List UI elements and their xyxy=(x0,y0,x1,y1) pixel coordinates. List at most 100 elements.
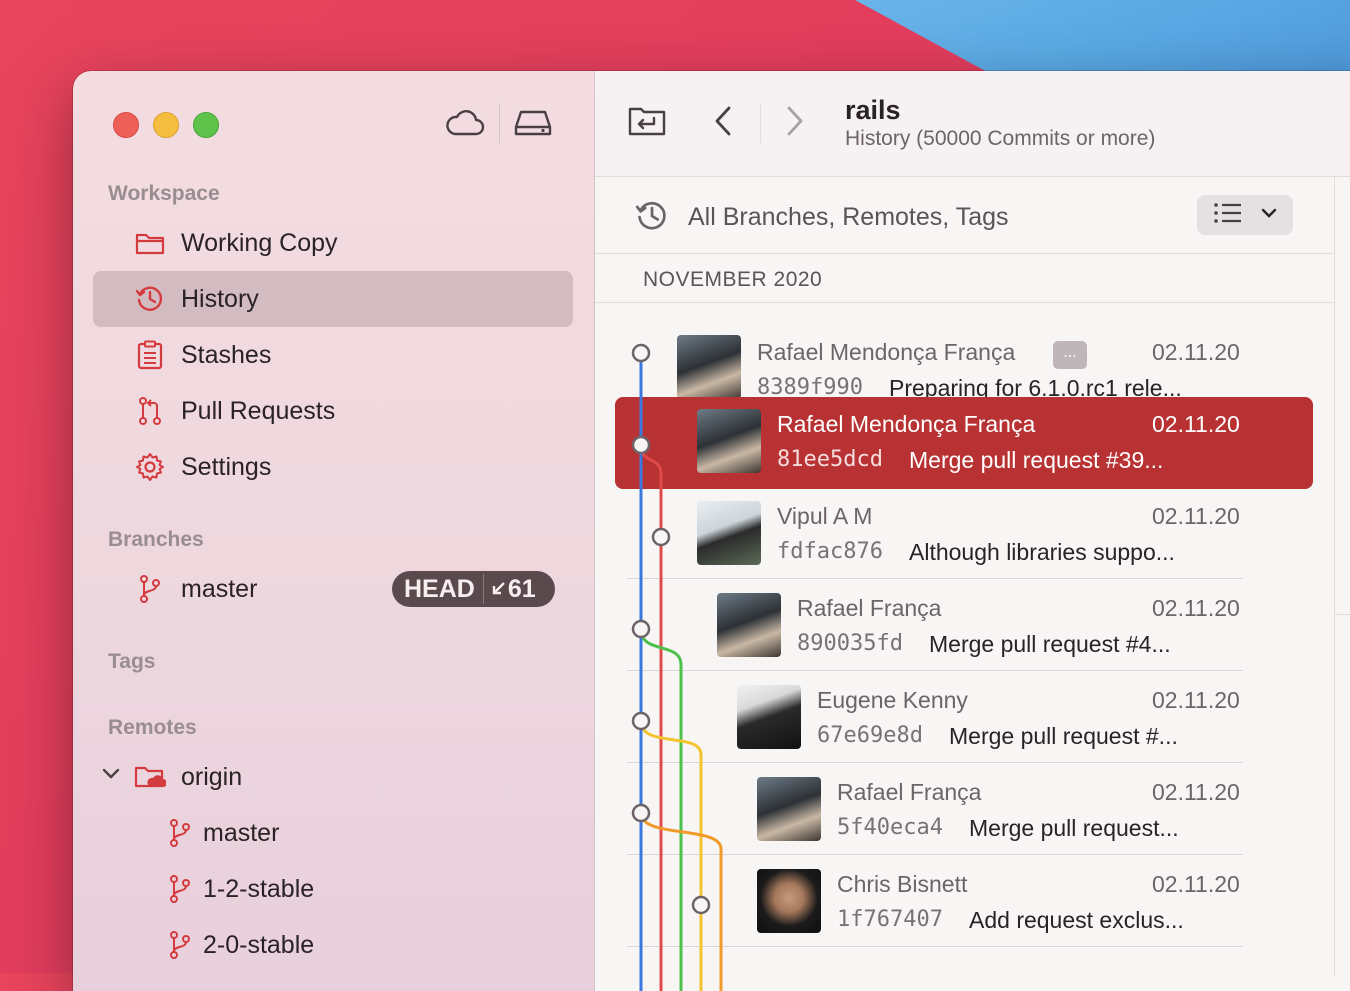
commit-row[interactable]: Rafael Mendonça França ... 02.11.20 8389… xyxy=(595,303,1335,401)
behind-count: 61 xyxy=(507,574,536,603)
commit-row[interactable]: Rafael França 02.11.20 5f40eca4 Merge pu… xyxy=(595,763,1335,855)
commit-author: Chris Bisnett xyxy=(837,871,968,897)
commit-hash: 890035fd xyxy=(797,631,903,656)
commit-row[interactable]: Eugene Kenny 02.11.20 67e69e8d Merge pul… xyxy=(595,671,1335,763)
avatar xyxy=(717,593,781,657)
commit-row[interactable]: Vipul A M 02.11.20 fdfac876 Although lib… xyxy=(595,487,1335,579)
section-branches: Branches xyxy=(108,528,204,551)
clipboard-icon xyxy=(133,338,167,372)
branch-icon xyxy=(163,928,197,962)
commit-hash: 1f767407 xyxy=(837,907,943,932)
sidebar-item-label: 1-2-stable xyxy=(203,874,315,903)
sidebar-item-history[interactable]: History xyxy=(93,271,573,327)
toolbar: rails History (50000 Commits or more) xyxy=(595,71,1350,177)
sidebar-item-pull-requests[interactable]: Pull Requests xyxy=(93,383,573,439)
list-icon xyxy=(1213,202,1243,229)
avatar xyxy=(757,869,821,933)
branch-icon xyxy=(133,572,167,606)
repository-title: rails xyxy=(845,95,901,125)
avatar xyxy=(677,335,741,399)
sidebar-item-label: origin xyxy=(181,762,243,791)
main-pane: rails History (50000 Commits or more) Al… xyxy=(595,71,1350,991)
repository-switch-icon[interactable] xyxy=(625,101,669,141)
commit-message: Merge pull request #39... xyxy=(909,447,1164,473)
month-header: NOVEMBER 2020 xyxy=(595,254,1333,303)
avatar xyxy=(737,685,801,749)
commit-row[interactable]: Rafael França 02.11.20 890035fd Merge pu… xyxy=(595,579,1335,671)
commit-message: Merge pull request #4... xyxy=(929,631,1171,657)
section-tags: Tags xyxy=(108,650,156,673)
commit-message: Merge pull request... xyxy=(969,815,1179,841)
sidebar-item-working-copy[interactable]: Working Copy xyxy=(93,215,573,271)
commit-message: Add request exclus... xyxy=(969,907,1184,933)
sidebar-item-remote-branch[interactable]: 1-2-stable xyxy=(93,861,573,917)
back-chevron-icon[interactable] xyxy=(707,103,739,139)
month-label: NOVEMBER 2020 xyxy=(643,268,823,291)
head-label: HEAD xyxy=(404,574,475,603)
detail-pane-edge xyxy=(1334,254,1350,615)
app-window: Workspace Working Copy History Stashes P… xyxy=(73,71,1350,991)
commit-author: Rafael França xyxy=(797,595,942,621)
commit-author: Eugene Kenny xyxy=(817,687,968,713)
chevron-down-icon[interactable] xyxy=(101,767,121,786)
sidebar-item-label: master xyxy=(203,818,280,847)
sidebar-item-settings[interactable]: Settings xyxy=(93,439,573,495)
row-separator xyxy=(627,946,1243,947)
commit-list: Rafael Mendonça França ... 02.11.20 8389… xyxy=(595,303,1335,991)
commit-author: Rafael Mendonça França xyxy=(777,411,1036,437)
commit-author: Vipul A M xyxy=(777,503,873,529)
commit-date: 02.11.20 xyxy=(1152,595,1240,621)
branch-icon xyxy=(163,872,197,906)
commit-date: 02.11.20 xyxy=(1152,339,1240,365)
commit-date: 02.11.20 xyxy=(1152,779,1240,805)
sidebar-item-label: Stashes xyxy=(181,340,272,369)
section-workspace: Workspace xyxy=(108,182,220,205)
pull-request-icon xyxy=(133,394,167,428)
forward-chevron-icon[interactable] xyxy=(779,103,811,139)
zoom-window-button[interactable] xyxy=(193,112,219,138)
sidebar-item-remote-origin[interactable]: origin xyxy=(93,749,573,805)
cloud-icon[interactable] xyxy=(444,103,486,143)
commit-row-selected[interactable]: Rafael Mendonça França 02.11.20 81ee5dcd… xyxy=(595,395,1335,489)
history-clock-icon xyxy=(635,199,669,238)
sidebar-item-label: Working Copy xyxy=(181,228,338,257)
commit-date: 02.11.20 xyxy=(1152,503,1240,529)
chevron-down-icon xyxy=(1261,206,1277,224)
view-options-dropdown[interactable] xyxy=(1197,195,1293,235)
avatar xyxy=(697,501,761,565)
sidebar-item-stashes[interactable]: Stashes xyxy=(93,327,573,383)
commit-author: Rafael França xyxy=(837,779,982,805)
gear-icon xyxy=(133,450,167,484)
branch-filter-label[interactable]: All Branches, Remotes, Tags xyxy=(688,203,1009,232)
nav-divider xyxy=(760,103,761,143)
history-clock-icon xyxy=(133,282,167,316)
history-subtitle: History (50000 Commits or more) xyxy=(845,127,1156,150)
drive-icon[interactable] xyxy=(512,103,554,143)
sidebar-item-label: Pull Requests xyxy=(181,396,336,425)
sidebar-item-label: Settings xyxy=(181,452,272,481)
toolbar-divider xyxy=(499,103,500,143)
sidebar-item-label: 2-0-stable xyxy=(203,930,315,959)
close-window-button[interactable] xyxy=(113,112,139,138)
behind-arrow-icon xyxy=(492,582,505,595)
cloud-folder-icon xyxy=(133,760,167,794)
more-refs-badge[interactable]: ... xyxy=(1053,341,1087,369)
commit-hash: 67e69e8d xyxy=(817,723,923,748)
commit-hash: 81ee5dcd xyxy=(777,447,883,472)
commit-row[interactable]: Chris Bisnett 02.11.20 1f767407 Add requ… xyxy=(595,855,1335,947)
commit-hash: fdfac876 xyxy=(777,539,883,564)
avatar xyxy=(697,409,761,473)
avatar xyxy=(757,777,821,841)
sidebar-item-label: History xyxy=(181,284,259,313)
section-remotes: Remotes xyxy=(108,716,197,739)
commit-message: Merge pull request #... xyxy=(949,723,1178,749)
commit-author: Rafael Mendonça França xyxy=(757,339,1016,365)
sidebar-item-remote-branch[interactable]: 2-0-stable xyxy=(93,917,573,973)
minimize-window-button[interactable] xyxy=(153,112,179,138)
sidebar-item-remote-branch[interactable]: master xyxy=(93,805,573,861)
commit-date: 02.11.20 xyxy=(1152,871,1240,897)
sidebar: Workspace Working Copy History Stashes P… xyxy=(73,71,595,991)
folder-icon xyxy=(133,226,167,260)
commit-date: 02.11.20 xyxy=(1152,411,1240,437)
commit-message: Although libraries suppo... xyxy=(909,539,1175,565)
